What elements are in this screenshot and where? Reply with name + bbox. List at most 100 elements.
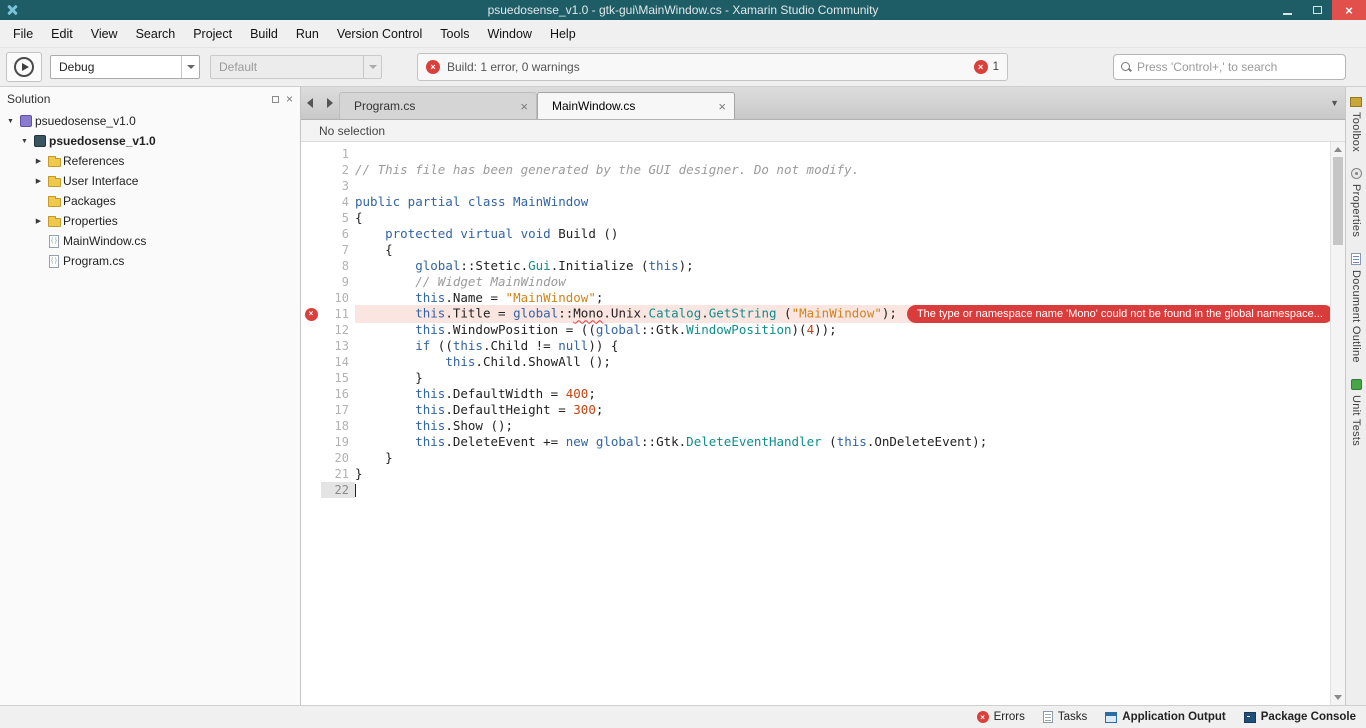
scroll-up-icon[interactable]	[1331, 142, 1345, 157]
code-text[interactable]: }	[355, 450, 1345, 466]
line-number: 1	[341, 147, 349, 161]
menu-build[interactable]: Build	[241, 20, 287, 47]
expander-icon[interactable]: ▼	[18, 138, 31, 145]
tree-item-references[interactable]: ▶ References	[0, 151, 300, 171]
code-text[interactable]: this.Child.ShowAll ();	[355, 354, 1345, 370]
code-token: (	[776, 305, 792, 321]
code-text[interactable]: // This file has been generated by the G…	[355, 162, 1345, 178]
code-text[interactable]: protected virtual void Build ()	[355, 226, 1345, 242]
tab-scroll-left-icon[interactable]	[307, 98, 313, 108]
expander-icon[interactable]: ▶	[32, 157, 45, 165]
menu-run[interactable]: Run	[287, 20, 328, 47]
minimize-button[interactable]	[1272, 0, 1302, 20]
status-tasks[interactable]: Tasks	[1042, 711, 1087, 723]
expander-icon[interactable]: ▶	[32, 177, 45, 185]
menu-version-control[interactable]: Version Control	[328, 20, 431, 47]
tree-item-psuedosense-v1-0[interactable]: ▼ psuedosense_v1.0	[0, 111, 300, 131]
configuration-dropdown[interactable]: Debug	[50, 55, 200, 79]
code-token: ;	[595, 402, 604, 417]
close-tab-icon[interactable]: ×	[520, 99, 528, 114]
search-input[interactable]	[1137, 60, 1339, 74]
code-text[interactable]: global::Stetic.Gui.Initialize (this);	[355, 258, 1345, 274]
code-text[interactable]: this.DefaultHeight = 300;	[355, 402, 1345, 418]
maximize-button[interactable]	[1302, 0, 1332, 20]
editor-vertical-scrollbar[interactable]	[1330, 142, 1345, 705]
tree-item-label: Program.cs	[63, 254, 125, 268]
global-search-box[interactable]	[1113, 54, 1346, 80]
chevron-down-icon	[181, 56, 199, 78]
menu-help[interactable]: Help	[541, 20, 585, 47]
menu-edit[interactable]: Edit	[42, 20, 82, 47]
status-application-output[interactable]: Application Output	[1105, 711, 1226, 723]
code-editor[interactable]: 1 2// This file has been generated by the…	[301, 142, 1345, 705]
code-text[interactable]: public partial class MainWindow	[355, 194, 1345, 210]
sidebar-tab-unit-tests[interactable]: Unit Tests	[1350, 379, 1362, 446]
build-status-bar[interactable]: × Build: 1 error, 0 warnings × 1	[417, 53, 1008, 81]
tree-item-program-cs[interactable]: Program.cs	[0, 251, 300, 271]
code-text[interactable]: {	[355, 210, 1345, 226]
error-margin[interactable]: ×	[301, 307, 321, 321]
code-text[interactable]: }	[355, 466, 1345, 482]
close-tab-icon[interactable]: ×	[718, 99, 726, 114]
expander-icon[interactable]: ▼	[4, 118, 17, 125]
expander-icon[interactable]: ▶	[32, 217, 45, 225]
chevron-down-icon	[363, 56, 381, 78]
code-text[interactable]: {	[355, 242, 1345, 258]
application-output-icon	[1105, 711, 1118, 723]
code-text[interactable]: this.Show ();	[355, 418, 1345, 434]
code-text[interactable]: this.DefaultWidth = 400;	[355, 386, 1345, 402]
close-button[interactable]: ×	[1332, 0, 1366, 20]
scroll-down-icon[interactable]	[1331, 690, 1345, 705]
document-tab-strip: Program.cs × MainWindow.cs × ▼	[301, 87, 1345, 120]
device-dropdown[interactable]: Default	[210, 55, 382, 79]
menu-window[interactable]: Window	[478, 20, 540, 47]
code-text[interactable]: this.Title = global::Mono.Unix.Catalog.G…	[355, 305, 1345, 323]
menu-tools[interactable]: Tools	[431, 20, 478, 47]
line-number: 17	[334, 403, 349, 417]
menu-search[interactable]: Search	[127, 20, 185, 47]
line-number: 4	[341, 195, 349, 209]
tasks-icon	[1042, 711, 1053, 723]
menu-view[interactable]: View	[82, 20, 127, 47]
tree-item-properties[interactable]: ▶ Properties	[0, 211, 300, 231]
sidebar-tab-toolbox[interactable]: Toolbox	[1350, 97, 1362, 152]
tab-program-cs[interactable]: Program.cs ×	[339, 92, 537, 119]
code-token: this	[648, 258, 679, 273]
tab-scroll-right-icon[interactable]	[327, 98, 333, 108]
tree-item-packages[interactable]: Packages	[0, 191, 300, 211]
tree-item-psuedosense-v1-0[interactable]: ▼ psuedosense_v1.0	[0, 131, 300, 151]
status-errors[interactable]: × Errors	[976, 711, 1025, 723]
title-bar[interactable]: psuedosense_v1.0 - gtk-gui\MainWindow.cs…	[0, 0, 1366, 20]
code-text[interactable]: }	[355, 370, 1345, 386]
status-package-console[interactable]: Package Console	[1243, 711, 1356, 723]
tab-mainwindow-cs[interactable]: MainWindow.cs ×	[537, 92, 735, 119]
code-token: .Title =	[445, 305, 514, 321]
sidebar-tab-label: Unit Tests	[1350, 395, 1362, 447]
code-text[interactable]: this.Name = "MainWindow";	[355, 290, 1345, 306]
error-line-icon[interactable]: ×	[304, 307, 318, 321]
run-button[interactable]	[6, 52, 42, 82]
folder-icon	[47, 196, 61, 207]
code-text[interactable]: this.WindowPosition = ((global::Gtk.Wind…	[355, 322, 1345, 338]
code-text[interactable]: if ((this.Child != null)) {	[355, 338, 1345, 354]
sidebar-tab-label: Document Outline	[1350, 270, 1362, 363]
scrollbar-thumb[interactable]	[1333, 157, 1343, 245]
menu-file[interactable]: File	[4, 20, 42, 47]
code-token: .Initialize (	[550, 258, 649, 273]
tab-overflow-icon[interactable]: ▼	[1330, 87, 1339, 119]
breadcrumb[interactable]: No selection	[301, 120, 1345, 142]
close-pad-icon[interactable]: ×	[286, 93, 293, 105]
code-text[interactable]: // Widget MainWindow	[355, 274, 1345, 290]
xamarin-logo-icon	[6, 4, 18, 16]
tree-item-user-interface[interactable]: ▶ User Interface	[0, 171, 300, 191]
sidebar-tab-document-outline[interactable]: Document Outline	[1350, 253, 1362, 363]
sidebar-tab-label: Properties	[1350, 184, 1362, 238]
code-token: global	[595, 322, 641, 337]
code-text[interactable]: this.DeleteEvent += new global::Gtk.Dele…	[355, 434, 1345, 450]
tree-item-mainwindow-cs[interactable]: MainWindow.cs	[0, 231, 300, 251]
sidebar-tab-properties[interactable]: Properties	[1350, 168, 1362, 237]
menu-project[interactable]: Project	[184, 20, 241, 47]
code-text[interactable]	[355, 482, 1345, 498]
auto-hide-icon[interactable]	[271, 95, 279, 103]
